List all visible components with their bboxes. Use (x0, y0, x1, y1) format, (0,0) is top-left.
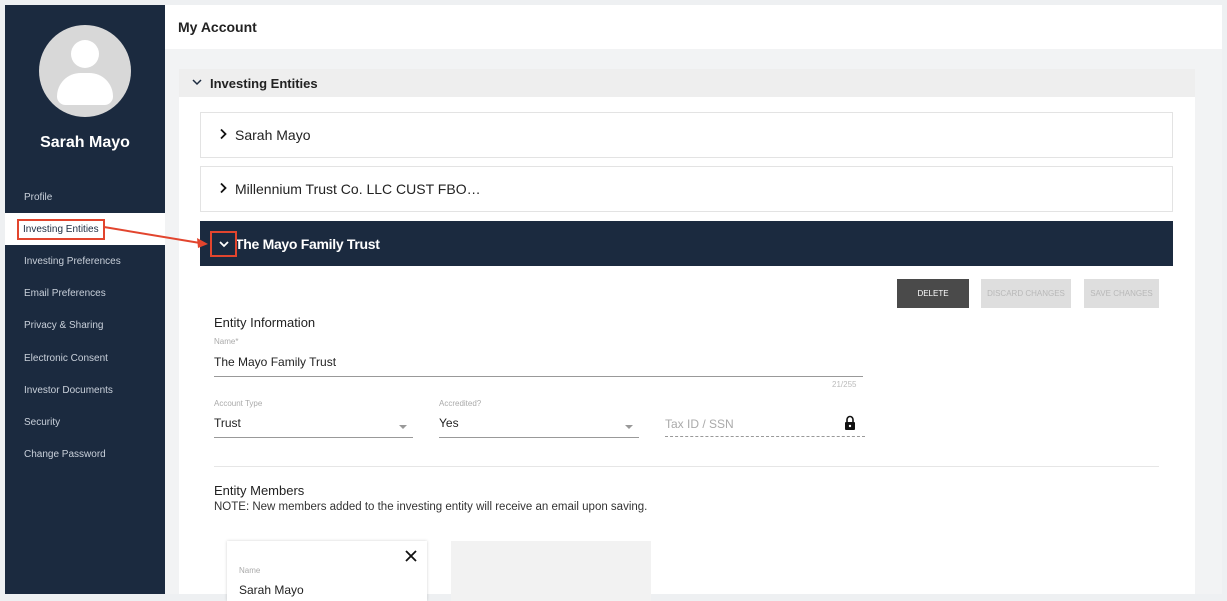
name-field[interactable]: The Mayo Family Trust (214, 355, 336, 369)
accredited-label: Accredited? (439, 399, 482, 408)
chevron-right-icon (219, 127, 227, 143)
sidebar-item-email-preferences[interactable]: Email Preferences (5, 278, 165, 310)
account-type-select[interactable]: Trust (214, 416, 241, 430)
save-changes-button[interactable]: SAVE CHANGES (1084, 279, 1159, 308)
entity-members-heading: Entity Members (214, 483, 305, 498)
sidebar-item-profile[interactable]: Profile (5, 181, 165, 213)
entity-name: Sarah Mayo (235, 127, 311, 143)
discard-changes-button[interactable]: DISCARD CHANGES (981, 279, 1071, 308)
name-field-underline (214, 376, 863, 377)
entity-name: The Mayo Family Trust (235, 235, 380, 252)
sidebar-item-investing-entities[interactable]: Investing Entities (5, 213, 165, 246)
avatar[interactable] (39, 25, 131, 117)
sidebar-item-electronic-consent[interactable]: Electronic Consent (5, 342, 165, 374)
avatar-head-icon (71, 40, 99, 68)
investing-entities-section: Investing Entities Sarah Mayo Millennium… (179, 69, 1195, 601)
member-name-label: Name (239, 566, 261, 575)
member-card: Name Sarah Mayo (227, 541, 427, 601)
sidebar-item-investing-preferences[interactable]: Investing Preferences (5, 245, 165, 277)
dropdown-caret-icon[interactable] (625, 425, 633, 429)
entity-information-heading: Entity Information (214, 315, 316, 330)
add-member-card[interactable] (451, 541, 651, 601)
sidebar-item-security[interactable]: Security (5, 406, 165, 438)
chevron-down-icon[interactable] (210, 231, 237, 257)
page-title: My Account (178, 19, 257, 35)
avatar-body-icon (57, 73, 113, 105)
members-note: NOTE: New members added to the investing… (214, 501, 648, 513)
name-field-label: Name* (214, 337, 239, 346)
account-type-label: Account Type (214, 399, 263, 408)
section-divider (214, 466, 1159, 467)
accredited-underline (439, 437, 639, 438)
user-name: Sarah Mayo (40, 134, 130, 151)
section-header[interactable]: Investing Entities (179, 69, 1195, 97)
sidebar-item-investor-documents[interactable]: Investor Documents (5, 374, 165, 406)
name-character-counter: 21/255 (832, 380, 857, 389)
entity-row-millennium-trust[interactable]: Millennium Trust Co. LLC CUST FBO… (200, 166, 1173, 212)
dropdown-caret-icon[interactable] (399, 425, 407, 429)
chevron-down-icon (192, 78, 202, 89)
accredited-select[interactable]: Yes (439, 416, 459, 430)
sidebar-item-change-password[interactable]: Change Password (5, 439, 165, 471)
entity-row-mayo-family-trust[interactable]: The Mayo Family Trust (200, 221, 1173, 266)
entity-name: Millennium Trust Co. LLC CUST FBO… (235, 181, 481, 197)
close-icon[interactable] (405, 547, 417, 567)
tax-id-underline (665, 436, 865, 437)
sidebar-nav: Profile Investing Entities Investing Pre… (5, 181, 165, 471)
top-bar: My Account (165, 5, 1222, 49)
lock-icon[interactable] (844, 415, 856, 436)
sidebar: Sarah Mayo Profile Investing Entities In… (5, 5, 165, 594)
chevron-right-icon (219, 181, 227, 197)
account-type-underline (214, 437, 413, 438)
sidebar-item-privacy-sharing[interactable]: Privacy & Sharing (5, 310, 165, 342)
section-title: Investing Entities (210, 75, 318, 91)
member-name-value: Sarah Mayo (239, 583, 304, 597)
entity-row-sarah-mayo[interactable]: Sarah Mayo (200, 112, 1173, 158)
delete-button[interactable]: DELETE (897, 279, 969, 308)
tax-id-input[interactable]: Tax ID / SSN (665, 417, 734, 431)
